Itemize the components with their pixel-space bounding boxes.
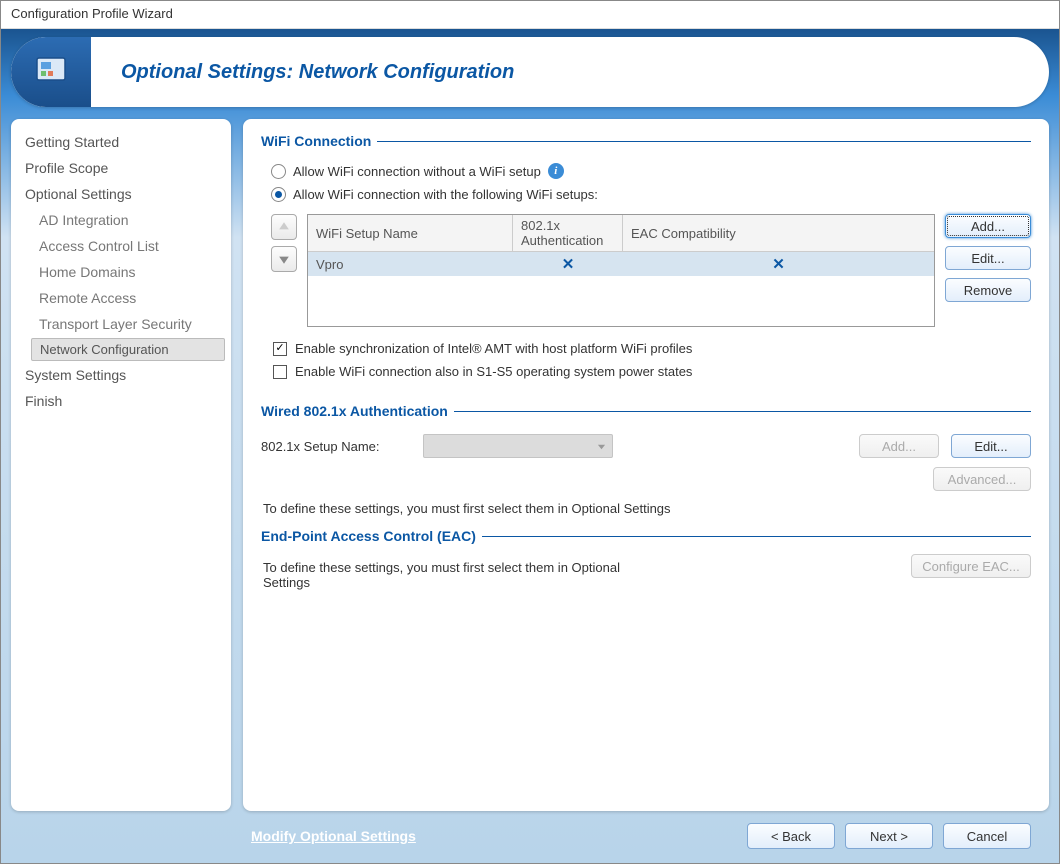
check-sync-label: Enable synchronization of Intel® AMT wit… — [295, 341, 692, 356]
cancel-button[interactable]: Cancel — [943, 823, 1031, 849]
modify-optional-settings-link[interactable]: Modify Optional Settings — [251, 828, 737, 844]
x-icon: ✕ — [562, 255, 575, 273]
check-s1s5-label: Enable WiFi connection also in S1-S5 ope… — [295, 364, 692, 379]
check-sync[interactable]: Enable synchronization of Intel® AMT wit… — [261, 337, 1031, 360]
sidebar-item-home-domains[interactable]: Home Domains — [11, 259, 231, 285]
cell-name: Vpro — [308, 252, 513, 276]
page-title: Optional Settings: Network Configuration — [121, 61, 514, 84]
rule-icon — [482, 536, 1031, 537]
checkbox-icon — [273, 342, 287, 356]
table-row[interactable]: Vpro ✕ ✕ — [308, 252, 934, 276]
move-up-button[interactable] — [271, 214, 297, 240]
wifi-buttons: Add... Edit... Remove — [945, 214, 1031, 327]
advanced-row: Advanced... — [261, 463, 1031, 495]
wifi-setup-block: WiFi Setup Name 802.1x Authentication EA… — [271, 214, 1031, 327]
arrow-down-icon — [278, 253, 290, 265]
wired-setup-row: 802.1x Setup Name: Add... Edit... — [261, 429, 1031, 463]
wired-section-label: Wired 802.1x Authentication — [261, 403, 448, 419]
eac-section-title: End-Point Access Control (EAC) — [261, 528, 1031, 544]
wired-note: To define these settings, you must first… — [261, 495, 1031, 528]
window-title: Configuration Profile Wizard — [1, 1, 1059, 29]
reorder-buttons — [271, 214, 297, 327]
wired-edit-button[interactable]: Edit... — [951, 434, 1031, 458]
cell-auth: ✕ — [513, 252, 623, 276]
configure-eac-button: Configure EAC... — [911, 554, 1031, 578]
sidebar-item-system-settings[interactable]: System Settings — [11, 362, 231, 388]
rule-icon — [454, 411, 1031, 412]
check-s1s5[interactable]: Enable WiFi connection also in S1-S5 ope… — [261, 360, 1031, 383]
arrow-up-icon — [278, 221, 290, 233]
eac-section-label: End-Point Access Control (EAC) — [261, 528, 476, 544]
radio-icon — [271, 187, 286, 202]
eac-row: To define these settings, you must first… — [261, 554, 1031, 602]
sidebar-item-access-control-list[interactable]: Access Control List — [11, 233, 231, 259]
radio-without-setup[interactable]: Allow WiFi connection without a WiFi set… — [261, 159, 1031, 183]
sidebar-item-getting-started[interactable]: Getting Started — [11, 129, 231, 155]
sidebar-item-remote-access[interactable]: Remote Access — [11, 285, 231, 311]
wizard-window: Configuration Profile Wizard Optional Se… — [0, 0, 1060, 864]
wired-section-title: Wired 802.1x Authentication — [261, 403, 1031, 419]
sidebar-item-transport-layer-security[interactable]: Transport Layer Security — [11, 311, 231, 337]
wifi-section-title: WiFi Connection — [261, 133, 1031, 149]
footer: Modify Optional Settings < Back Next > C… — [11, 811, 1049, 853]
move-down-button[interactable] — [271, 246, 297, 272]
info-icon[interactable]: i — [548, 163, 564, 179]
col-setup-name: WiFi Setup Name — [308, 215, 513, 252]
radio-icon — [271, 164, 286, 179]
chevron-down-icon — [597, 442, 606, 451]
rule-icon — [377, 141, 1031, 142]
table-empty-area — [308, 276, 934, 326]
sidebar-item-network-configuration[interactable]: Network Configuration — [31, 338, 225, 361]
wired-setup-select — [423, 434, 613, 458]
sidebar-item-profile-scope[interactable]: Profile Scope — [11, 155, 231, 181]
cell-eac: ✕ — [623, 252, 934, 276]
checkbox-icon — [273, 365, 287, 379]
sidebar-item-optional-settings[interactable]: Optional Settings — [11, 181, 231, 207]
wifi-section-label: WiFi Connection — [261, 133, 371, 149]
edit-button[interactable]: Edit... — [945, 246, 1031, 270]
wired-add-button: Add... — [859, 434, 939, 458]
main-panel: WiFi Connection Allow WiFi connection wi… — [243, 119, 1049, 811]
remove-button[interactable]: Remove — [945, 278, 1031, 302]
radio-with-setups[interactable]: Allow WiFi connection with the following… — [261, 183, 1031, 206]
next-button[interactable]: Next > — [845, 823, 933, 849]
col-auth: 802.1x Authentication — [513, 215, 623, 252]
eac-note: To define these settings, you must first… — [261, 554, 661, 602]
table-header: WiFi Setup Name 802.1x Authentication EA… — [308, 215, 934, 252]
wifi-setup-table: WiFi Setup Name 802.1x Authentication EA… — [307, 214, 935, 327]
radio-with-label: Allow WiFi connection with the following… — [293, 187, 598, 202]
advanced-button: Advanced... — [933, 467, 1031, 491]
body-area: Getting Started Profile Scope Optional S… — [11, 119, 1049, 811]
sidebar-item-ad-integration[interactable]: AD Integration — [11, 207, 231, 233]
wired-label: 802.1x Setup Name: — [261, 439, 411, 454]
content-area: Optional Settings: Network Configuration… — [1, 29, 1059, 863]
x-icon: ✕ — [772, 255, 785, 273]
back-button[interactable]: < Back — [747, 823, 835, 849]
col-eac: EAC Compatibility — [623, 215, 934, 252]
add-button[interactable]: Add... — [945, 214, 1031, 238]
header-banner: Optional Settings: Network Configuration — [11, 37, 1049, 107]
sidebar-item-finish[interactable]: Finish — [11, 388, 231, 414]
header-icon — [11, 37, 91, 107]
sidebar: Getting Started Profile Scope Optional S… — [11, 119, 231, 811]
radio-without-label: Allow WiFi connection without a WiFi set… — [293, 164, 541, 179]
